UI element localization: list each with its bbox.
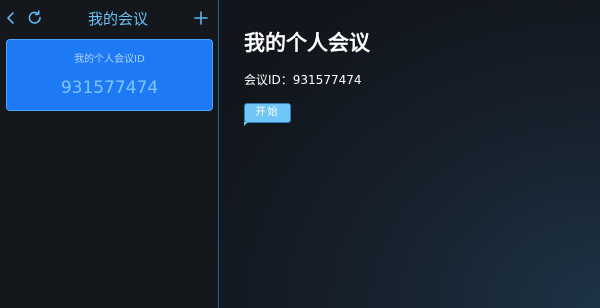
main-panel: 我的个人会议 会议ID：931577474 开始 xyxy=(219,0,600,308)
personal-meeting-card[interactable]: 我的个人会议ID 931577474 xyxy=(6,39,213,111)
sidebar-header: 我的会议 xyxy=(0,0,219,38)
sidebar-title: 我的会议 xyxy=(87,10,148,28)
sidebar: 我的会议 我的个人会议ID 931577474 xyxy=(0,0,219,308)
page-title: 我的个人会议 xyxy=(244,31,370,55)
card-meeting-id: 931577474 xyxy=(60,78,159,98)
refresh-icon[interactable] xyxy=(25,8,45,28)
card-label: 我的个人会议ID xyxy=(74,54,145,65)
start-button[interactable]: 开始 xyxy=(244,103,291,126)
chevron-left-icon[interactable] xyxy=(1,8,21,28)
app-window: 我的会议 我的个人会议ID 931577474 我的个人会议 会议ID：9315… xyxy=(0,0,600,308)
meeting-id-text: 会议ID：931577474 xyxy=(244,73,362,87)
plus-icon[interactable] xyxy=(191,8,211,28)
